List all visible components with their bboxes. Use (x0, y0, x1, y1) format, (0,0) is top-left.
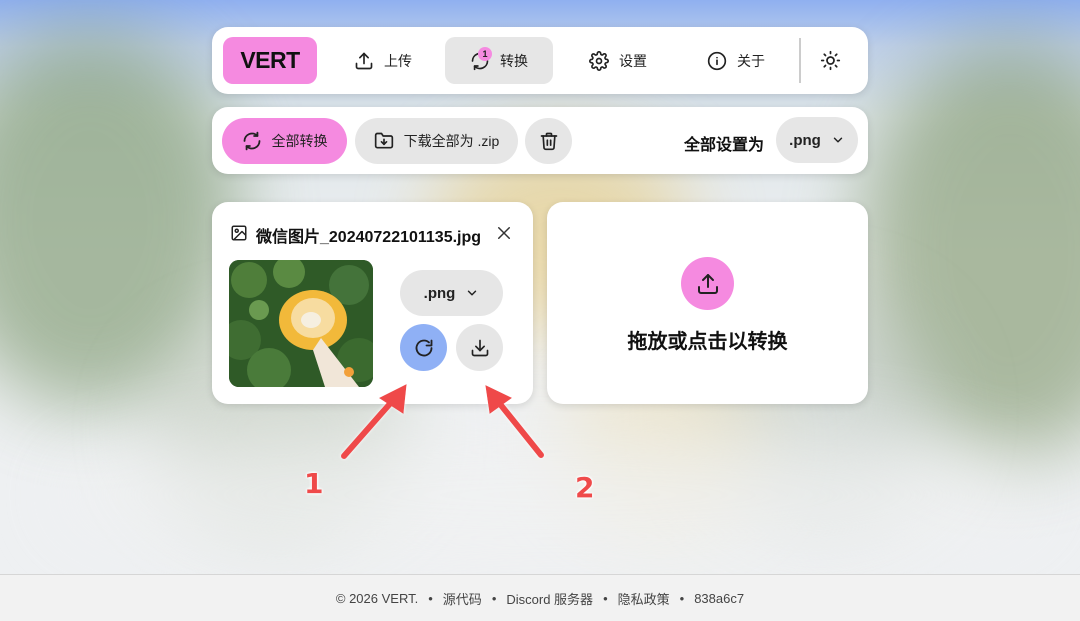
footer-separator: • (679, 590, 685, 606)
set-all-label: 全部设置为 (684, 137, 765, 154)
trash-icon (540, 132, 557, 151)
nav-settings-label: 设置 (619, 52, 647, 69)
annotation-label-1: 1 (304, 467, 324, 500)
file-card: 微信图片_20240722101135.jpg .png (212, 202, 533, 404)
sun-icon[interactable] (820, 50, 841, 71)
footer-source-link[interactable]: 源代码 (443, 589, 482, 608)
vert-logo[interactable]: VERT (223, 37, 317, 84)
nav-convert[interactable]: 1 转换 (445, 37, 553, 84)
upload-icon (355, 52, 373, 69)
drop-zone[interactable]: 拖放或点击以转换 (547, 202, 868, 404)
convert-count-badge: 1 (478, 47, 492, 61)
convert-all-button[interactable]: 全部转换 (222, 118, 347, 164)
drop-zone-label: 拖放或点击以转换 (627, 331, 788, 353)
convert-all-label: 全部转换 (271, 133, 328, 149)
file-format-select[interactable]: .png (400, 270, 503, 316)
rotate-icon (415, 339, 432, 356)
nav-upload-label: 上传 (384, 52, 412, 69)
footer-discord-link[interactable]: Discord 服务器 (506, 589, 593, 608)
file-format-value: .png (423, 284, 456, 302)
convert-file-button[interactable] (400, 324, 447, 371)
set-all-format-value: .png (789, 131, 821, 149)
image-icon (231, 225, 247, 241)
upload-button[interactable] (681, 257, 734, 310)
nav-settings[interactable]: 设置 (575, 37, 661, 84)
download-zip-label: 下载全部为 .zip (403, 133, 500, 149)
footer-separator: • (428, 590, 433, 606)
footer-separator: • (491, 590, 497, 606)
set-all-format-select[interactable]: .png (776, 117, 858, 163)
footer-copyright: © 2026 VERT. (335, 590, 419, 606)
gear-icon (589, 50, 609, 71)
footer-privacy-link[interactable]: 隐私政策 (618, 589, 670, 608)
chevron-down-icon (468, 290, 477, 296)
info-icon (707, 51, 727, 70)
chevron-down-icon (833, 137, 843, 143)
nav-convert-label: 转换 (500, 52, 528, 69)
file-thumbnail (229, 260, 373, 387)
nav-about-label: 关于 (737, 52, 765, 69)
download-file-button[interactable] (456, 324, 503, 371)
nav-upload[interactable]: 上传 (340, 37, 426, 84)
download-icon (471, 339, 488, 356)
file-name: 微信图片_20240722101135.jpg (256, 229, 482, 246)
nav-about[interactable]: 关于 (693, 37, 779, 84)
nav-divider (799, 38, 801, 83)
footer: © 2026 VERT. • 源代码 • Discord 服务器 • 隐私政策 … (0, 574, 1080, 621)
close-icon[interactable] (495, 224, 513, 242)
refresh-icon (243, 131, 260, 151)
top-nav: VERT 上传 1 转换 设置 关于 (212, 27, 868, 94)
footer-commit-link[interactable]: 838a6c7 (694, 591, 744, 606)
download-zip-button[interactable]: 下载全部为 .zip (355, 118, 518, 164)
folder-download-icon (374, 132, 393, 149)
delete-all-button[interactable] (525, 118, 572, 164)
footer-separator: • (603, 590, 608, 606)
batch-toolbar: 全部转换 下载全部为 .zip 全部设置为 .png (212, 107, 868, 174)
upload-icon (697, 273, 718, 294)
annotation-label-2: 2 (575, 471, 595, 504)
